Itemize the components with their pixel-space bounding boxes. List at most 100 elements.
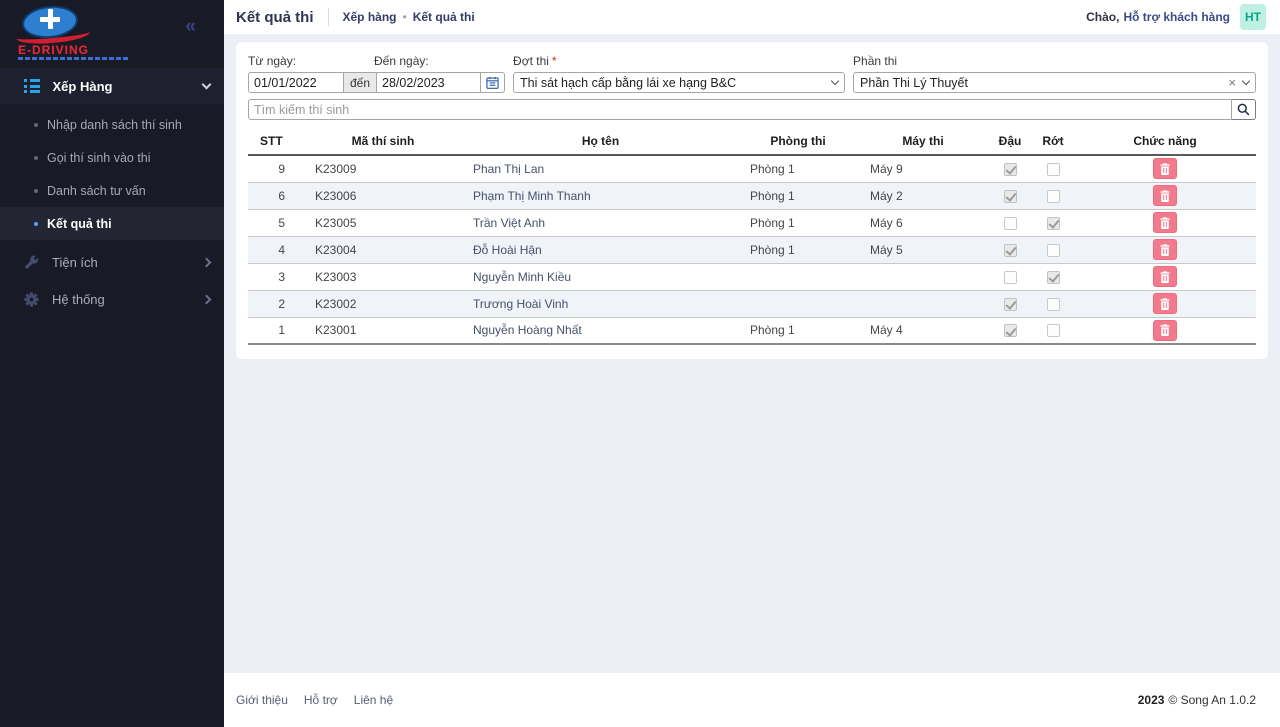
- sidebar-item-goi-thi-sinh-vao-thi[interactable]: Gọi thí sinh vào thi: [0, 141, 224, 174]
- pass-checkbox: [1004, 190, 1017, 203]
- to-date-input[interactable]: [377, 72, 481, 93]
- content-column: Kết quả thi Xếp hàng • Kết quả thi Chào,…: [224, 0, 1280, 727]
- part-select-value: Phần Thi Lý Thuyết: [860, 76, 1228, 90]
- part-label: Phần thi: [853, 54, 897, 68]
- bullet-icon: [34, 123, 38, 127]
- fail-checkbox-cell: [1032, 182, 1074, 209]
- table-row: 2K23002Trương Hoài Vinh: [248, 290, 1256, 317]
- calendar-icon: [486, 76, 499, 89]
- fail-checkbox-cell: [1032, 155, 1074, 182]
- footer-link-gioi-thieu[interactable]: Giới thiệu: [236, 693, 288, 707]
- delete-button[interactable]: [1153, 293, 1177, 314]
- sidebar-item-nhap-danh-sach-thi-sinh[interactable]: Nhập danh sách thí sinh: [0, 108, 224, 141]
- sidebar-submenu: Nhập danh sách thí sinh Gọi thí sinh vào…: [0, 104, 224, 244]
- bullet-icon: [34, 156, 38, 160]
- candidate-name-cell: Nguyễn Hoàng Nhất: [463, 317, 738, 344]
- page-title: Kết quả thi: [236, 9, 314, 26]
- sidebar-item-tien-ich[interactable]: Tiện ích: [0, 244, 224, 281]
- chevron-right-icon: [202, 258, 212, 268]
- from-date-input[interactable]: [248, 72, 344, 93]
- pass-checkbox-cell: [988, 263, 1032, 290]
- pass-checkbox: [1004, 298, 1017, 311]
- room-cell: Phòng 1: [738, 209, 858, 236]
- trash-icon: [1160, 271, 1170, 283]
- candidate-code-cell: K23006: [303, 182, 463, 209]
- delete-button[interactable]: [1153, 266, 1177, 287]
- required-mark: *: [552, 54, 557, 68]
- logo-text: E-DRIVING: [18, 43, 89, 57]
- date-range-group: Từ ngày: Đến ngày: đến: [248, 54, 505, 93]
- calendar-button[interactable]: [481, 72, 505, 93]
- actions-cell: [1074, 155, 1256, 182]
- candidate-code-cell: K23004: [303, 236, 463, 263]
- sidebar-item-he-thong[interactable]: Hệ thống: [0, 281, 224, 318]
- to-date-label: Đến ngày:: [374, 54, 429, 68]
- clear-icon[interactable]: ×: [1228, 76, 1236, 89]
- fail-checkbox: [1047, 163, 1060, 176]
- stt-cell: 2: [248, 290, 303, 317]
- sidebar-item-label: Kết quả thi: [47, 217, 112, 231]
- candidate-code-cell: K23001: [303, 317, 463, 344]
- fail-checkbox: [1047, 244, 1060, 257]
- sidebar-item-label: Xếp Hàng: [53, 79, 204, 94]
- footer-link-lien-he[interactable]: Liên hệ: [354, 693, 393, 707]
- footer-link-ho-tro[interactable]: Hỗ trợ: [304, 693, 338, 707]
- delete-button[interactable]: [1153, 158, 1177, 179]
- stt-cell: 6: [248, 182, 303, 209]
- delete-button[interactable]: [1153, 185, 1177, 206]
- footer-year: 2023: [1138, 693, 1165, 707]
- fail-checkbox: [1047, 190, 1060, 203]
- machine-cell: Máy 9: [858, 155, 988, 182]
- sidebar-item-label: Gọi thí sinh vào thi: [47, 151, 151, 165]
- avatar[interactable]: HT: [1240, 4, 1266, 30]
- fail-checkbox: [1047, 324, 1060, 337]
- chevron-down-icon: [202, 80, 212, 90]
- actions-cell: [1074, 263, 1256, 290]
- chevron-down-icon: [831, 77, 839, 85]
- delete-button[interactable]: [1153, 239, 1177, 260]
- fail-checkbox-cell: [1032, 209, 1074, 236]
- actions-cell: [1074, 182, 1256, 209]
- room-cell: [738, 290, 858, 317]
- trash-icon: [1160, 298, 1170, 310]
- search-button[interactable]: [1232, 99, 1256, 120]
- column-header-code: Mã thí sinh: [303, 130, 463, 155]
- session-select[interactable]: Thi sát hạch cấp bằng lái xe hạng B&C: [513, 72, 845, 93]
- list-icon: [24, 79, 40, 93]
- sidebar-item-xep-hang[interactable]: Xếp Hàng: [0, 68, 224, 104]
- sidebar-item-ket-qua-thi[interactable]: Kết quả thi: [0, 207, 224, 240]
- results-table-body: 9K23009Phan Thị LanPhòng 1Máy 96K23006Ph…: [248, 155, 1256, 344]
- pass-checkbox: [1004, 244, 1017, 257]
- stt-cell: 3: [248, 263, 303, 290]
- room-cell: Phòng 1: [738, 317, 858, 344]
- sidebar-collapse-icon[interactable]: «: [185, 16, 196, 38]
- candidate-name-cell: Đỗ Hoài Hận: [463, 236, 738, 263]
- trash-icon: [1160, 190, 1170, 202]
- breadcrumb-parent[interactable]: Xếp hàng: [343, 10, 397, 24]
- delete-button[interactable]: [1153, 212, 1177, 233]
- results-card: Từ ngày: Đến ngày: đến: [236, 42, 1268, 359]
- date-range-separator: đến: [344, 72, 377, 93]
- main-workspace: Từ ngày: Đến ngày: đến: [224, 34, 1280, 673]
- results-table: STT Mã thí sinh Họ tên Phòng thi Máy thi…: [248, 130, 1256, 345]
- candidate-name-cell: Phan Thị Lan: [463, 155, 738, 182]
- fail-checkbox-cell: [1032, 236, 1074, 263]
- search-input[interactable]: [248, 99, 1232, 120]
- trash-icon: [1160, 244, 1170, 256]
- fail-checkbox-cell: [1032, 290, 1074, 317]
- part-select[interactable]: Phần Thi Lý Thuyết ×: [853, 72, 1256, 93]
- actions-cell: [1074, 236, 1256, 263]
- sidebar-item-danh-sach-tu-van[interactable]: Danh sách tư vấn: [0, 174, 224, 207]
- sidebar-menu: Xếp Hàng Nhập danh sách thí sinh Gọi thí…: [0, 68, 224, 318]
- candidate-name-cell: Trương Hoài Vinh: [463, 290, 738, 317]
- search-icon: [1237, 103, 1250, 116]
- column-header-name: Họ tên: [463, 130, 738, 155]
- delete-button[interactable]: [1153, 320, 1177, 341]
- search-row: [248, 99, 1256, 120]
- sidebar-item-label: Tiện ích: [52, 255, 203, 270]
- sidebar: E-DRIVING « Xếp Hàng Nhập danh sách thí …: [0, 0, 224, 727]
- actions-cell: [1074, 290, 1256, 317]
- user-profile-link[interactable]: Hỗ trợ khách hàng: [1123, 10, 1230, 24]
- machine-cell: Máy 6: [858, 209, 988, 236]
- column-header-pass: Đậu: [988, 130, 1032, 155]
